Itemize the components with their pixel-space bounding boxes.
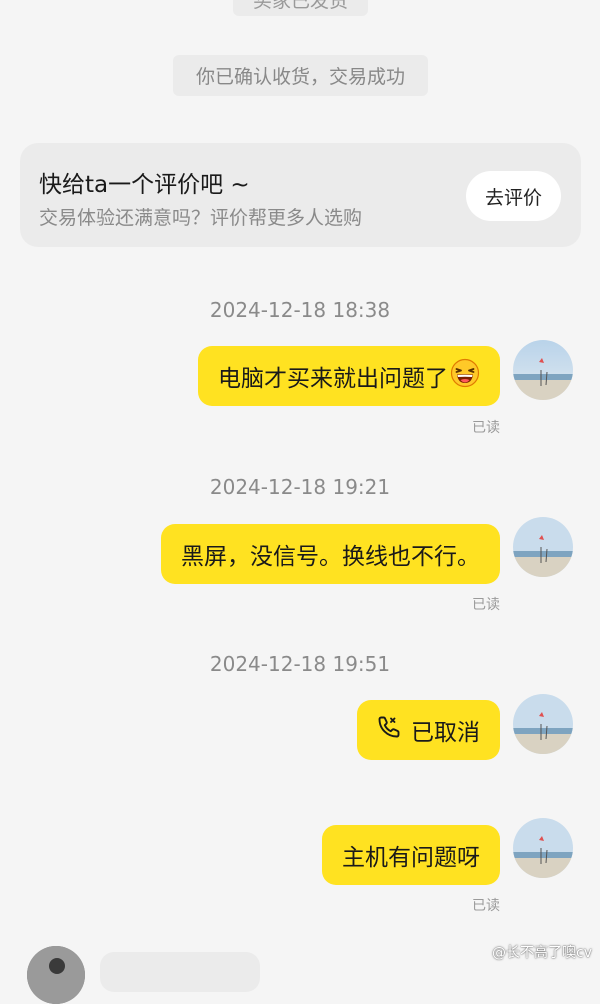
message-bubble[interactable]: 电脑才买来就出问题了 [198,346,500,406]
avatar[interactable] [513,340,573,400]
review-title: 快给ta一个评价吧 ~ [39,172,250,198]
avatar[interactable] [513,694,573,754]
message-bubble[interactable]: 黑屏，没信号。换线也不行。 [161,524,500,584]
system-message-shipped: 买家已发货 [233,0,368,16]
seller-avatar[interactable] [27,946,85,1004]
call-status-text: 已取消 [411,720,480,746]
message-bubble[interactable]: 主机有问题呀 [322,825,500,885]
avatar[interactable] [513,818,573,878]
review-subtitle: 交易体验还满意吗？评价帮更多人选购 [39,207,363,229]
go-review-button[interactable]: 去评价 [466,171,561,221]
message-timestamp: 2024-12-18 19:21 [209,475,391,499]
read-receipt: 已读 [472,597,500,613]
call-bubble[interactable]: 已取消 [357,700,500,760]
message-text: 主机有问题呀 [342,845,480,871]
watermark: @长不高了噢cv [492,942,592,962]
review-prompt-card: 快给ta一个评价吧 ~ 交易体验还满意吗？评价帮更多人选购 去评价 [20,143,581,247]
incoming-message-bubble[interactable] [100,952,260,992]
read-receipt: 已读 [472,420,500,436]
avatar[interactable] [513,517,573,577]
grinning-squint-emoji-icon [450,358,480,394]
watermark-text: @长不高了噢cv [492,945,592,961]
read-receipt: 已读 [472,898,500,914]
message-text: 电脑才买来就出问题了 [218,366,448,392]
system-message-confirm: 你已确认收货，交易成功 [173,55,428,96]
message-text: 黑屏，没信号。换线也不行。 [181,544,480,570]
message-timestamp: 2024-12-18 19:51 [209,652,391,676]
phone-icon [377,715,401,745]
message-timestamp: 2024-12-18 18:38 [209,298,391,322]
